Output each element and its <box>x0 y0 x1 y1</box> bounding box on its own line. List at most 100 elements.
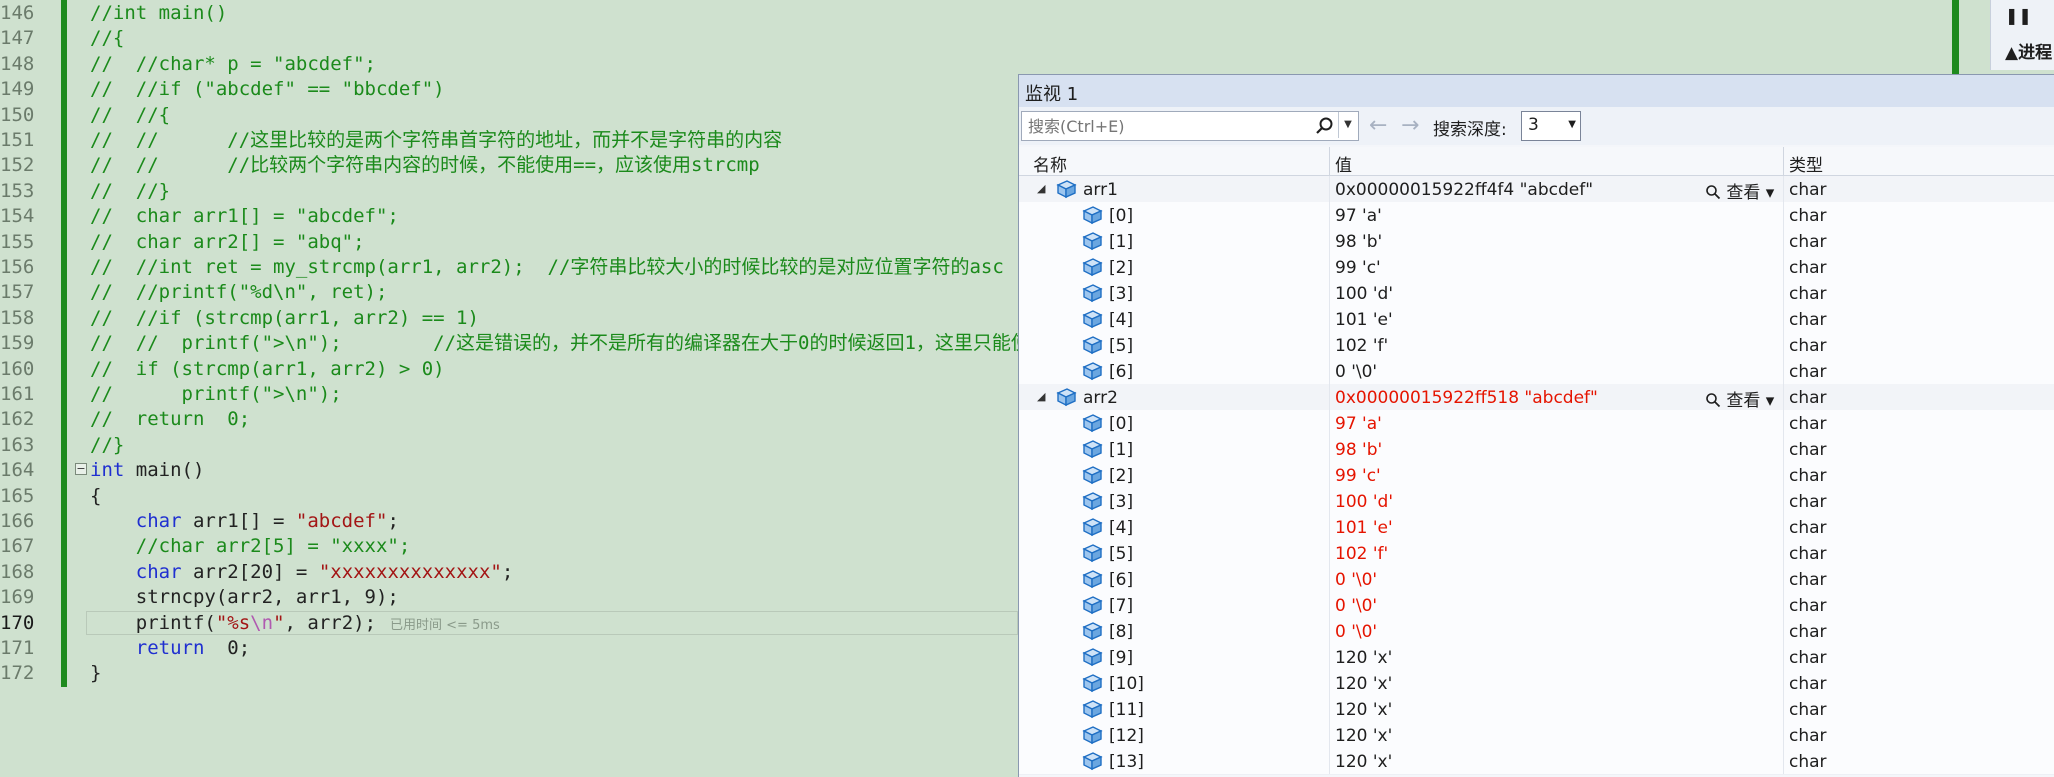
watch-value-cell[interactable]: 102 'f' <box>1335 336 1388 356</box>
watch-child-row[interactable]: [12] 120 'x' char <box>1019 722 2054 749</box>
column-divider[interactable] <box>1329 147 1330 175</box>
forward-arrow-icon[interactable]: → <box>1401 113 1419 138</box>
watch-titlebar[interactable]: 监视 1 <box>1019 75 2054 107</box>
back-arrow-icon[interactable]: ← <box>1369 113 1387 138</box>
search-depth-select[interactable]: 3 ▼ <box>1521 111 1581 141</box>
watch-value-cell[interactable]: 98 'b' <box>1335 440 1382 460</box>
expand-toggle-icon[interactable]: ◢ <box>1037 390 1045 403</box>
watch-value-cell[interactable]: 120 'x' <box>1335 700 1392 720</box>
watch-child-row[interactable]: [13] 120 'x' char <box>1019 748 2054 775</box>
watch-child-row[interactable]: [1] 98 'b' char <box>1019 228 2054 255</box>
search-box[interactable]: ▼ <box>1021 111 1359 141</box>
watch-type-cell: char <box>1789 310 1827 330</box>
view-dropdown-icon[interactable]: ▾ <box>1760 391 1775 411</box>
watch-child-row[interactable]: [10] 120 'x' char <box>1019 670 2054 697</box>
watch-child-row[interactable]: [3] 100 'd' char <box>1019 488 2054 515</box>
cell-divider <box>1783 514 1784 540</box>
search-options-dropdown-icon[interactable]: ▼ <box>1338 112 1357 138</box>
pause-icon[interactable]: ❚❚ <box>2005 6 2032 25</box>
watch-child-row[interactable]: [0] 97 'a' char <box>1019 202 2054 229</box>
column-divider[interactable] <box>1783 147 1784 175</box>
watch-value-cell[interactable]: 120 'x' <box>1335 752 1392 772</box>
watch-value-cell[interactable]: 120 'x' <box>1335 726 1392 746</box>
watch-child-row[interactable]: [2] 99 'c' char <box>1019 254 2054 281</box>
watch-name-cell: [8] <box>1109 622 1134 642</box>
watch-name-cell: [1] <box>1109 232 1134 252</box>
watch-type-cell: char <box>1789 258 1827 278</box>
watch-value-cell[interactable]: 99 'c' <box>1335 466 1381 486</box>
watch-row-arr2[interactable]: ◢ arr2 0x00000015922ff518 "abcdef" 查看 ▾ cha… <box>1019 384 2054 411</box>
column-value-header[interactable]: 值 <box>1335 151 1352 176</box>
code-line[interactable]: 147 //{ <box>0 25 1200 51</box>
view-dropdown-icon[interactable]: ▾ <box>1760 183 1775 203</box>
fold-toggle-icon[interactable]: − <box>75 463 87 476</box>
code-token: arr2[20] = <box>181 560 319 583</box>
variable-icon <box>1081 465 1103 485</box>
watch-value-cell[interactable]: 120 'x' <box>1335 674 1392 694</box>
watch-value-cell[interactable]: 102 'f' <box>1335 544 1388 564</box>
watch-value-cell[interactable]: 98 'b' <box>1335 232 1382 252</box>
code-line[interactable]: 148 // //char* p = "abcdef"; <box>0 51 1200 77</box>
code-token: // //printf("%d\n", ret); <box>90 281 388 304</box>
code-text: //{ <box>90 25 124 51</box>
code-token: } <box>90 662 102 685</box>
watch-name-cell: [5] <box>1109 336 1134 356</box>
cell-divider <box>1329 306 1330 332</box>
watch-value-cell[interactable]: 100 'd' <box>1335 492 1393 512</box>
cell-divider <box>1329 722 1330 748</box>
expand-toggle-icon[interactable]: ◢ <box>1037 182 1045 195</box>
view-button[interactable]: 查看 ▾ <box>1705 178 1774 203</box>
watch-child-row[interactable]: [1] 98 'b' char <box>1019 436 2054 463</box>
watch-value-cell[interactable]: 101 'e' <box>1335 518 1393 538</box>
watch-child-row[interactable]: [8] 0 '\0' char <box>1019 618 2054 645</box>
watch-name-cell: [1] <box>1109 440 1134 460</box>
watch-value-cell[interactable]: 0x00000015922ff4f4 "abcdef" <box>1335 180 1593 200</box>
elapsed-time-hint: 已用时间 <= 5ms <box>390 617 500 633</box>
watch-value-cell[interactable]: 0 '\0' <box>1335 362 1377 382</box>
watch-child-row[interactable]: [7] 0 '\0' char <box>1019 592 2054 619</box>
watch-child-row[interactable]: [5] 102 'f' char <box>1019 540 2054 567</box>
watch-value-cell[interactable]: 0 '\0' <box>1335 596 1377 616</box>
watch-value-cell[interactable]: 0x00000015922ff518 "abcdef" <box>1335 388 1598 408</box>
column-name-header[interactable]: 名称 <box>1033 151 1067 176</box>
watch-child-row[interactable]: [11] 120 'x' char <box>1019 696 2054 723</box>
column-type-header[interactable]: 类型 <box>1789 151 1823 176</box>
watch-child-row[interactable]: [4] 101 'e' char <box>1019 306 2054 333</box>
watch-value-cell[interactable]: 101 'e' <box>1335 310 1393 330</box>
watch-child-row[interactable]: [6] 0 '\0' char <box>1019 566 2054 593</box>
cell-divider <box>1783 644 1784 670</box>
line-number: 165 <box>0 484 35 507</box>
watch-value-cell[interactable]: 0 '\0' <box>1335 570 1377 590</box>
watch-child-row[interactable]: [3] 100 'd' char <box>1019 280 2054 307</box>
watch-child-row[interactable]: [5] 102 'f' char <box>1019 332 2054 359</box>
search-input[interactable] <box>1026 114 1310 138</box>
watch-child-row[interactable]: [2] 99 'c' char <box>1019 462 2054 489</box>
view-button[interactable]: 查看 ▾ <box>1705 386 1774 411</box>
code-text: return 0; <box>90 635 250 661</box>
watch-name-cell: [5] <box>1109 544 1134 564</box>
watch-value-cell[interactable]: 120 'x' <box>1335 648 1392 668</box>
code-token: // //int ret = my_strcmp(arr1, arr2); //… <box>90 256 1004 278</box>
watch-row-arr1[interactable]: ◢ arr1 0x00000015922ff4f4 "abcdef" 查看 ▾ cha… <box>1019 176 2054 203</box>
watch-child-row[interactable]: [9] 120 'x' char <box>1019 644 2054 671</box>
watch-child-row[interactable]: [6] 0 '\0' char <box>1019 358 2054 385</box>
watch-window: 监视 1 ▼ ← → 搜索深度: 3 ▼ 名称 值 类型 ◢ arr1 0x0000… <box>1018 74 2054 777</box>
watch-value-cell[interactable]: 0 '\0' <box>1335 622 1377 642</box>
watch-type-cell: char <box>1789 622 1827 642</box>
watch-value-cell[interactable]: 99 'c' <box>1335 258 1381 278</box>
cell-divider <box>1783 254 1784 280</box>
code-token: ; <box>387 510 399 532</box>
search-icon[interactable] <box>1314 116 1334 136</box>
line-number: 152 <box>0 154 35 177</box>
view-button-label: 查看 <box>1726 391 1761 411</box>
watch-value-cell[interactable]: 97 'a' <box>1335 414 1382 434</box>
code-line[interactable]: 146 //int main() <box>0 0 1200 26</box>
watch-value-cell[interactable]: 97 'a' <box>1335 206 1382 226</box>
watch-child-row[interactable]: [0] 97 'a' char <box>1019 410 2054 437</box>
watch-child-row[interactable]: [4] 101 'e' char <box>1019 514 2054 541</box>
watch-name-cell: [4] <box>1109 310 1134 330</box>
code-token: // // //比较两个字符串内容的时候，不能使用==，应该使用strcmp <box>90 154 760 177</box>
watch-value-cell[interactable]: 100 'd' <box>1335 284 1393 304</box>
line-number: 154 <box>0 205 35 228</box>
